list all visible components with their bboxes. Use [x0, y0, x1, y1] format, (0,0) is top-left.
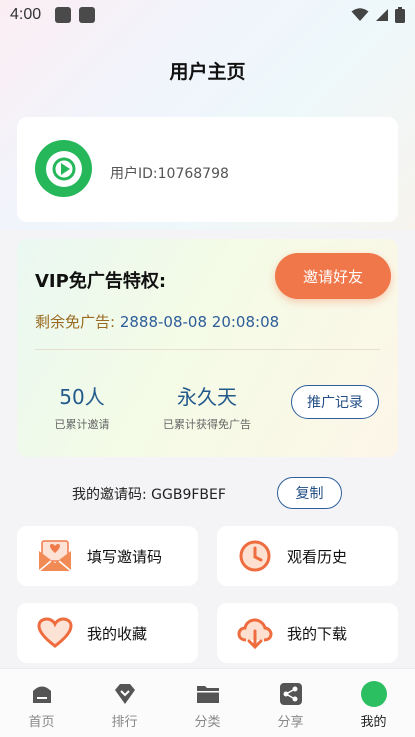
notification-icon [55, 7, 72, 23]
vip-card: VIP免广告特权: 邀请好友 剩余免广告: 2888-08-08 20:08:0… [17, 239, 398, 457]
tile-label: 填写邀请码 [87, 547, 163, 566]
status-bar: 4:00 [0, 0, 415, 30]
bottom-nav: 首页 排行 分类 分享 我的 [0, 668, 415, 737]
profile-icon [360, 681, 387, 707]
nav-label: 分类 [194, 715, 221, 730]
tile-label: 我的收藏 [87, 624, 148, 643]
invite-friends-button[interactable]: 邀请好友 [275, 253, 391, 299]
promotion-records-button[interactable]: 推广记录 [291, 385, 379, 419]
adfree-days-caption: 已累计获得免广告 [163, 418, 251, 431]
home-icon [29, 681, 55, 707]
copy-button[interactable]: 复制 [277, 477, 342, 509]
divider [35, 349, 380, 350]
invite-code-label: 我的邀请码: GGB9FBEF [72, 487, 226, 503]
cloud-download-icon [235, 613, 275, 653]
invited-caption: 已累计邀请 [54, 418, 110, 431]
tile-label: 我的下载 [287, 624, 348, 643]
vip-title: VIP免广告特权: [35, 271, 167, 292]
tile-watch-history[interactable]: 观看历史 [217, 526, 398, 586]
heart-icon [35, 613, 75, 653]
nav-item-category[interactable]: 分类 [166, 669, 249, 737]
share-icon [278, 681, 304, 707]
play-logo-icon [45, 150, 82, 187]
tile-downloads[interactable]: 我的下载 [217, 603, 398, 663]
status-time: 4:00 [10, 6, 42, 23]
page-title: 用户主页 [169, 61, 246, 83]
adfree-days-stat: 永久天 已累计获得免广告 [155, 381, 259, 432]
avatar[interactable] [35, 140, 92, 197]
ad-free-remaining: 剩余免广告: 2888-08-08 20:08:08 [35, 311, 279, 332]
wifi-icon [351, 8, 369, 21]
nav-item-mine[interactable]: 我的 [332, 669, 415, 737]
nav-label: 我的 [360, 715, 387, 730]
battery-icon [395, 7, 405, 23]
invited-stat: 50人 已累计邀请 [47, 381, 117, 432]
tile-enter-invite-code[interactable]: 填写邀请码 [17, 526, 198, 586]
adfree-days-value: 永久天 [177, 385, 237, 409]
invited-count: 50人 [59, 385, 105, 409]
nav-label: 排行 [111, 715, 138, 730]
nav-label: 首页 [28, 715, 55, 730]
tile-favorites[interactable]: 我的收藏 [17, 603, 198, 663]
mail-icon [35, 536, 75, 576]
clock-icon [235, 536, 275, 576]
nav-label: 分享 [277, 715, 304, 730]
remain-label: 剩余免广告: [35, 313, 116, 331]
diamond-icon [112, 681, 138, 707]
signal-icon [376, 9, 388, 21]
nav-item-ranking[interactable]: 排行 [83, 669, 166, 737]
notification-icon [79, 7, 96, 23]
tile-label: 观看历史 [287, 547, 348, 566]
profile-card: 用户ID:10768798 [17, 117, 398, 222]
folder-icon [195, 681, 221, 707]
user-id: 用户ID:10768798 [110, 166, 229, 182]
invite-code-row: 我的邀请码: GGB9FBEF 复制 [0, 477, 415, 509]
nav-item-share[interactable]: 分享 [249, 669, 332, 737]
nav-item-home[interactable]: 首页 [0, 669, 83, 737]
remain-value: 2888-08-08 20:08:08 [119, 313, 280, 331]
